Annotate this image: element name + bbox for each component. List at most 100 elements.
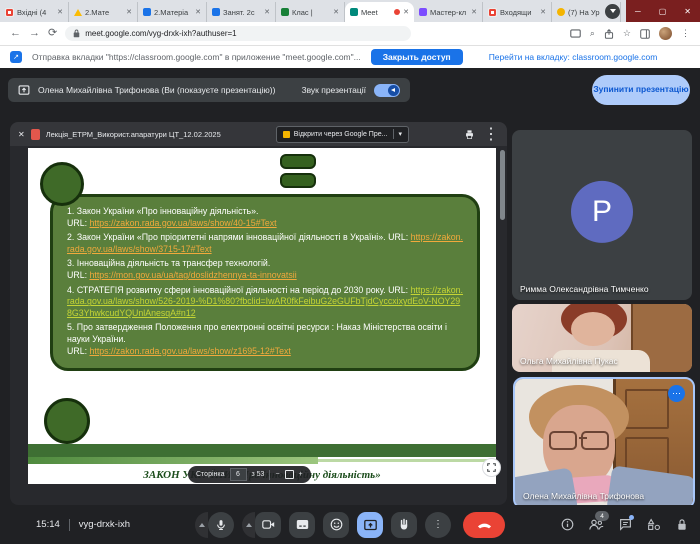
presentation-audio-toggle[interactable]: [374, 84, 400, 97]
address-bar-row: ← → ⟳ meet.google.com/vyg-drxk-ixh?authu…: [0, 22, 700, 45]
leave-call-button[interactable]: [463, 512, 505, 538]
microphone-button[interactable]: [208, 512, 234, 538]
slide-link[interactable]: https://zakon.rada.gov.ua/laws/show/40-1…: [90, 218, 277, 228]
captions-button[interactable]: [289, 512, 315, 538]
host-controls-button[interactable]: [676, 518, 688, 531]
slide-footer-bar-thin: [318, 459, 496, 462]
page-number-input[interactable]: 6: [230, 468, 247, 481]
tab-gmail-inbox[interactable]: Вхідні (4 ✕: [0, 2, 69, 22]
microphone-icon: [215, 519, 227, 531]
tab-gmail-ru[interactable]: Входящи ✕: [483, 2, 552, 22]
side-panel-icon[interactable]: [640, 29, 650, 39]
close-tab-icon[interactable]: ✕: [264, 8, 270, 16]
end-call-icon: [477, 521, 492, 529]
participant-name: Ольга Михайлівна Пукас: [520, 356, 618, 366]
pdf-scrollbar[interactable]: [500, 150, 505, 220]
slide-link[interactable]: https://mon.gov.ua/ua/tag/doslidzhennya-…: [90, 270, 297, 280]
close-tab-icon[interactable]: ✕: [471, 8, 477, 16]
page-total: з 53: [252, 471, 265, 478]
raise-hand-button[interactable]: [391, 512, 417, 538]
bookmark-star-icon[interactable]: ☆: [623, 28, 631, 39]
activities-shapes-icon: [647, 518, 661, 531]
slide-item: 1. Закон України «Про інноваційну діяльн…: [67, 206, 463, 229]
forward-button[interactable]: →: [29, 28, 40, 39]
pdf-menu-icon[interactable]: ⋮: [483, 124, 499, 144]
window-close-button[interactable]: ✕: [684, 7, 691, 16]
shared-screen-tile[interactable]: ✕ Лекція_ЕТРМ_Використ.апаратури ЦТ_12.0…: [10, 122, 507, 505]
participant-tile-rymma[interactable]: Р Римма Олександрівна Тимченко: [512, 130, 692, 300]
more-dots-icon: ⋯: [672, 388, 681, 399]
close-tab-icon[interactable]: ✕: [57, 8, 63, 16]
recording-dot-icon: [394, 9, 400, 15]
close-tab-icon[interactable]: ✕: [403, 8, 409, 16]
activities-button[interactable]: [647, 518, 661, 531]
open-with-caret-icon[interactable]: ▾: [398, 130, 402, 138]
lock-icon: [676, 518, 688, 531]
info-icon: [561, 518, 574, 531]
close-document-icon[interactable]: ✕: [18, 130, 25, 139]
go-to-tab-link[interactable]: Перейти на вкладку: classroom.google.com: [489, 52, 658, 62]
gmail-icon: [488, 8, 497, 17]
fullscreen-button[interactable]: [482, 458, 501, 477]
card-icon[interactable]: [570, 29, 581, 38]
tab-label: Клас |: [292, 8, 330, 17]
stop-presentation-button[interactable]: Зупинити презентацію: [592, 75, 690, 105]
tab-meet-active[interactable]: Meet ✕: [345, 2, 414, 22]
share-icon[interactable]: [604, 29, 614, 39]
participant-name: Римма Олександрівна Тимченко: [520, 284, 649, 294]
search-icon[interactable]: ⌕: [590, 28, 595, 39]
tab-classroom[interactable]: Клас | ✕: [276, 2, 345, 22]
participant-tile-olena-active-speaker[interactable]: ⋯ Олена Михайлівна Трифонова: [513, 377, 695, 509]
pdf-page-controls: Сторінка 6 з 53 − +: [188, 466, 311, 483]
close-tab-icon[interactable]: ✕: [333, 8, 339, 16]
mic-options-button[interactable]: [195, 512, 208, 538]
camera-button[interactable]: [255, 512, 281, 538]
tab-label: Входящи: [500, 8, 537, 17]
fit-page-button[interactable]: [285, 470, 294, 479]
participants-button[interactable]: 4: [589, 518, 604, 531]
tile-options-button[interactable]: ⋯: [668, 385, 685, 402]
tab-masterclass[interactable]: Мастер-кл ✕: [414, 2, 483, 22]
open-with-label: Відкрити через Google Пре...: [294, 131, 388, 138]
tab-materials[interactable]: 2.Матеріа ✕: [138, 2, 207, 22]
close-tab-icon[interactable]: ✕: [540, 8, 546, 16]
gmail-icon: [5, 8, 14, 17]
purple-app-icon: [419, 8, 427, 16]
close-tab-icon[interactable]: ✕: [126, 8, 132, 16]
minimize-button[interactable]: ─: [635, 7, 641, 16]
presentation-audio-label: Звук презентації: [301, 85, 366, 95]
slide-link[interactable]: https://zakon.rada.gov.ua/laws/show/z169…: [90, 346, 291, 356]
chevron-up-icon: [199, 523, 205, 527]
profile-avatar[interactable]: [659, 27, 672, 40]
print-icon[interactable]: [464, 129, 475, 140]
smiley-icon: [330, 518, 343, 531]
reload-button[interactable]: ⟳: [48, 28, 57, 39]
reactions-button[interactable]: [323, 512, 349, 538]
slide-decoration-circle-top: [40, 162, 84, 206]
present-now-button-active[interactable]: [357, 512, 383, 538]
back-button[interactable]: ←: [10, 28, 21, 39]
pdf-file-icon: [31, 129, 40, 140]
stop-sharing-access-button[interactable]: Закрыть доступ: [371, 49, 463, 65]
zoom-in-button[interactable]: +: [299, 471, 303, 478]
tab-drive-folder[interactable]: 2.Мате ✕: [69, 2, 138, 22]
more-options-button[interactable]: ⋮: [425, 512, 451, 538]
browser-menu-icon[interactable]: ⋮: [681, 28, 690, 39]
url-input[interactable]: meet.google.com/vyg-drxk-ixh?authuser=1: [65, 26, 411, 41]
more-vertical-icon: ⋮: [433, 519, 443, 530]
close-tab-icon[interactable]: ✕: [195, 8, 201, 16]
tab-search-button[interactable]: [605, 4, 620, 19]
notification-text: Отправка вкладки "https://classroom.goog…: [32, 52, 361, 62]
maximize-button[interactable]: ▢: [659, 7, 667, 16]
zoom-out-button[interactable]: −: [275, 471, 279, 478]
tab-lesson[interactable]: Занят. 2с ✕: [207, 2, 276, 22]
meeting-details-button[interactable]: [561, 518, 574, 531]
chat-button[interactable]: [619, 518, 632, 531]
participant-tile-olha[interactable]: Ольга Михайлівна Пукас: [512, 304, 692, 372]
slide-item: 4. СТРАТЕГІЯ розвитку сфери інноваційної…: [67, 285, 463, 320]
chevron-up-icon: [246, 523, 252, 527]
browser-tab-strip: Вхідні (4 ✕ 2.Мате ✕ 2.Матеріа ✕ Занят. …: [0, 0, 700, 22]
camera-options-button[interactable]: [242, 512, 255, 538]
open-with-button[interactable]: Відкрити через Google Пре... ▾: [276, 126, 409, 143]
captions-icon: [296, 519, 309, 530]
